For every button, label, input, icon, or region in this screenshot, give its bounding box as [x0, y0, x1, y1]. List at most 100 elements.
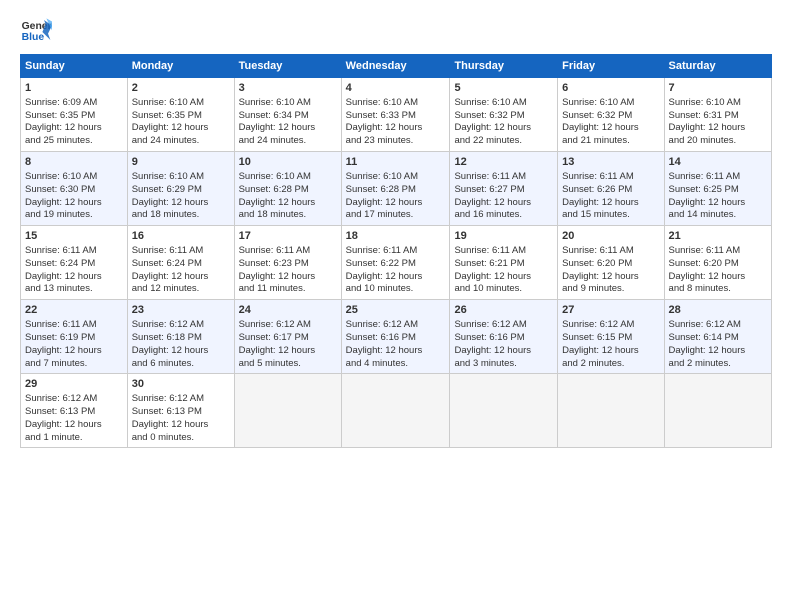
calendar-cell: 10Sunrise: 6:10 AMSunset: 6:28 PMDayligh… [234, 152, 341, 226]
sunset-text: Sunset: 6:29 PM [132, 184, 202, 195]
calendar-table: SundayMondayTuesdayWednesdayThursdayFrid… [20, 54, 772, 448]
daylight-text: Daylight: 12 hours [239, 345, 316, 356]
daylight-text: Daylight: 12 hours [132, 419, 209, 430]
daylight-text: Daylight: 12 hours [346, 271, 423, 282]
sunset-text: Sunset: 6:25 PM [669, 184, 739, 195]
day-header-tuesday: Tuesday [234, 55, 341, 78]
daylight-text: Daylight: 12 hours [454, 271, 531, 282]
sunset-text: Sunset: 6:28 PM [346, 184, 416, 195]
daylight-text: Daylight: 12 hours [132, 122, 209, 133]
day-number: 16 [132, 229, 230, 244]
header: General Blue [20, 16, 772, 44]
sunrise-text: Sunrise: 6:11 AM [25, 319, 97, 330]
calendar-cell [558, 374, 664, 448]
day-number: 10 [239, 155, 337, 170]
daylight-text: Daylight: 12 hours [562, 197, 639, 208]
daylight-text: Daylight: 12 hours [25, 345, 102, 356]
week-row-1: 1Sunrise: 6:09 AMSunset: 6:35 PMDaylight… [21, 78, 772, 152]
calendar-body: 1Sunrise: 6:09 AMSunset: 6:35 PMDaylight… [21, 78, 772, 448]
day-number: 11 [346, 155, 446, 170]
calendar-cell: 12Sunrise: 6:11 AMSunset: 6:27 PMDayligh… [450, 152, 558, 226]
daylight-text: Daylight: 12 hours [669, 345, 746, 356]
sunrise-text: Sunrise: 6:10 AM [454, 97, 526, 108]
daylight-cont: and 17 minutes. [346, 209, 414, 220]
sunset-text: Sunset: 6:17 PM [239, 332, 309, 343]
sunset-text: Sunset: 6:18 PM [132, 332, 202, 343]
calendar-cell: 24Sunrise: 6:12 AMSunset: 6:17 PMDayligh… [234, 300, 341, 374]
daylight-text: Daylight: 12 hours [239, 122, 316, 133]
logo: General Blue [20, 16, 52, 44]
day-header-saturday: Saturday [664, 55, 771, 78]
sunset-text: Sunset: 6:13 PM [25, 406, 95, 417]
day-number: 29 [25, 377, 123, 392]
calendar-cell [450, 374, 558, 448]
daylight-text: Daylight: 12 hours [25, 271, 102, 282]
calendar-cell [234, 374, 341, 448]
daylight-cont: and 7 minutes. [25, 358, 87, 369]
daylight-cont: and 6 minutes. [132, 358, 194, 369]
calendar-cell: 7Sunrise: 6:10 AMSunset: 6:31 PMDaylight… [664, 78, 771, 152]
daylight-text: Daylight: 12 hours [562, 345, 639, 356]
daylight-cont: and 5 minutes. [239, 358, 301, 369]
calendar-cell: 1Sunrise: 6:09 AMSunset: 6:35 PMDaylight… [21, 78, 128, 152]
daylight-text: Daylight: 12 hours [454, 197, 531, 208]
daylight-text: Daylight: 12 hours [454, 122, 531, 133]
sunrise-text: Sunrise: 6:10 AM [669, 97, 741, 108]
daylight-text: Daylight: 12 hours [132, 197, 209, 208]
day-number: 25 [346, 303, 446, 318]
calendar-cell: 28Sunrise: 6:12 AMSunset: 6:14 PMDayligh… [664, 300, 771, 374]
calendar-cell: 20Sunrise: 6:11 AMSunset: 6:20 PMDayligh… [558, 226, 664, 300]
sunrise-text: Sunrise: 6:11 AM [454, 171, 526, 182]
calendar-header-row: SundayMondayTuesdayWednesdayThursdayFrid… [21, 55, 772, 78]
calendar-cell: 11Sunrise: 6:10 AMSunset: 6:28 PMDayligh… [341, 152, 450, 226]
sunrise-text: Sunrise: 6:10 AM [346, 171, 418, 182]
sunset-text: Sunset: 6:16 PM [454, 332, 524, 343]
daylight-cont: and 15 minutes. [562, 209, 630, 220]
daylight-text: Daylight: 12 hours [669, 271, 746, 282]
calendar-cell: 3Sunrise: 6:10 AMSunset: 6:34 PMDaylight… [234, 78, 341, 152]
sunset-text: Sunset: 6:28 PM [239, 184, 309, 195]
calendar-cell: 5Sunrise: 6:10 AM Sunset: 6:32 PMDaylight… [450, 78, 558, 152]
week-row-4: 22Sunrise: 6:11 AMSunset: 6:19 PMDayligh… [21, 300, 772, 374]
day-number: 30 [132, 377, 230, 392]
day-number: 5 [454, 81, 553, 96]
daylight-text: Daylight: 12 hours [346, 345, 423, 356]
sunrise-text: Sunrise: 6:10 AM [239, 171, 311, 182]
sunset-text: Sunset: 6:34 PM [239, 110, 309, 121]
daylight-cont: and 16 minutes. [454, 209, 522, 220]
calendar-cell: 13Sunrise: 6:11 AMSunset: 6:26 PMDayligh… [558, 152, 664, 226]
daylight-cont: and 21 minutes. [562, 135, 630, 146]
day-number: 18 [346, 229, 446, 244]
sunset-text: Sunset: 6:24 PM [25, 258, 95, 269]
sunrise-text: Sunrise: 6:10 AM [25, 171, 97, 182]
daylight-text: Daylight: 12 hours [25, 122, 102, 133]
sunrise-text: Sunrise: 6:12 AM [562, 319, 634, 330]
day-header-wednesday: Wednesday [341, 55, 450, 78]
daylight-cont: and 25 minutes. [25, 135, 93, 146]
daylight-cont: and 19 minutes. [25, 209, 93, 220]
sunrise-text: Sunrise: 6:12 AM [132, 319, 204, 330]
day-number: 26 [454, 303, 553, 318]
day-number: 14 [669, 155, 767, 170]
sunset-text: Sunset: 6:33 PM [346, 110, 416, 121]
day-number: 12 [454, 155, 553, 170]
sunrise-text: Sunrise: 6:12 AM [25, 393, 97, 404]
sunrise-text: Sunrise: 6:11 AM [562, 171, 634, 182]
week-row-2: 8Sunrise: 6:10 AMSunset: 6:30 PMDaylight… [21, 152, 772, 226]
sunset-text: Sunset: 6:32 PM [454, 110, 524, 121]
sunrise-text: Sunrise: 6:11 AM [239, 245, 311, 256]
daylight-cont: and 14 minutes. [669, 209, 737, 220]
sunrise-text: Sunrise: 6:12 AM [132, 393, 204, 404]
calendar-cell [341, 374, 450, 448]
calendar-cell: 14Sunrise: 6:11 AMSunset: 6:25 PMDayligh… [664, 152, 771, 226]
sunset-text: Sunset: 6:32 PM [562, 110, 632, 121]
daylight-text: Daylight: 12 hours [669, 197, 746, 208]
day-number: 3 [239, 81, 337, 96]
day-number: 21 [669, 229, 767, 244]
sunrise-text: Sunrise: 6:10 AM [562, 97, 634, 108]
sunset-text: Sunset: 6:22 PM [346, 258, 416, 269]
day-number: 20 [562, 229, 659, 244]
daylight-cont: and 10 minutes. [346, 283, 414, 294]
day-number: 22 [25, 303, 123, 318]
day-header-friday: Friday [558, 55, 664, 78]
